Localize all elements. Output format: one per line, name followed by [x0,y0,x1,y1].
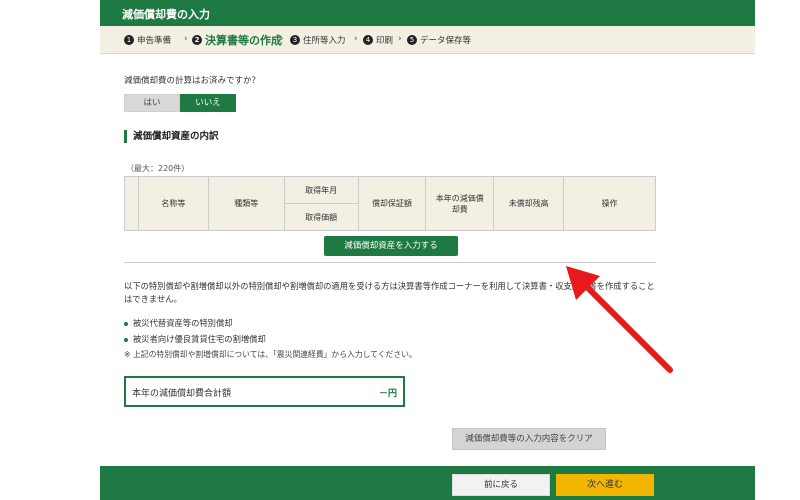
add-asset-button[interactable]: 減価償却資産を入力する [324,236,458,256]
chevron-right-icon: › [354,34,358,44]
list-item: 被災者向け優良賃貸住宅の割増償却 [124,333,266,345]
chevron-right-icon: › [280,34,284,44]
yes-button[interactable]: はい [124,94,180,112]
step-label: 決算書等の作成 [205,34,282,47]
bullet-icon [124,321,128,326]
column-header-acq-date: 取得年月 [283,176,359,204]
list-item-text: 被災者向け優良賃貸住宅の割増償却 [133,334,266,344]
bullet-icon [124,337,128,342]
step-2-current: 2 決算書等の作成 [192,32,282,48]
step-number: 5 [407,35,417,45]
column-header-operation: 操作 [563,176,656,231]
chevron-right-icon: › [184,34,188,44]
column-header-type: 種類等 [207,176,285,231]
app-frame: 減価償却費の入力 1 申告準備 › 2 決算書等の作成 › 3 住所等入力 › … [100,0,755,500]
list-item: 被災代替資産等の特別償却 [124,317,233,329]
step-number: 2 [192,35,202,45]
step-number: 4 [363,35,373,45]
checkbox-column-header [124,176,139,231]
column-header-guarantee: 償却保証額 [357,176,427,231]
depreciation-total-box: 本年の減価償却費合計額 －円 [124,376,405,407]
page-footer [100,466,755,500]
back-button[interactable]: 前に戻る [452,474,550,496]
no-button[interactable]: いいえ [180,94,236,112]
step-4: 4 印刷 [363,34,393,46]
calculation-question: 減価償却費の計算はお済みですか？ [124,76,261,86]
step-label: 申告準備 [137,36,172,46]
footnote: ※ 上記の特別償却や割増償却については、「震災関連経費」から入力してください。 [124,350,417,359]
step-5: 5 データ保存等 [407,34,471,46]
step-1: 1 申告準備 [124,34,171,46]
annotation-arrow-icon [566,266,673,373]
page-title: 減価償却費の入力 [122,8,210,21]
assets-table: 名称等 種類等 取得年月 償却保証額 本年の減価償却費 未償却残高 操作 取得価… [124,176,656,231]
step-3: 3 住所等入力 [290,34,346,46]
clear-input-button[interactable]: 減価償却費等の入力内容をクリア [452,428,606,450]
step-number: 3 [290,35,300,45]
total-value: －円 [378,389,397,399]
step-number: 1 [124,35,134,45]
list-item-text: 被災代替資産等の特別償却 [133,318,233,328]
page-header: 減価償却費の入力 [100,0,755,26]
column-header-acq-price: 取得価額 [283,203,359,231]
next-button[interactable]: 次へ進む [556,474,654,496]
step-progress-bar: 1 申告準備 › 2 決算書等の作成 › 3 住所等入力 › 4 印刷 › 5 … [100,26,755,54]
step-label: 住所等入力 [303,36,346,46]
column-header-name: 名称等 [137,176,209,231]
step-label: データ保存等 [420,36,472,46]
column-header-current-depreciation: 本年の減価償却費 [425,176,495,231]
chevron-right-icon: › [398,34,402,44]
total-label: 本年の減価償却費合計額 [132,389,232,399]
max-count-note: （最大：220件） [126,164,190,173]
step-label: 印刷 [376,36,394,46]
section-title: 減価償却資産の内訳 [124,130,219,143]
column-header-remaining: 未償却残高 [493,176,565,231]
